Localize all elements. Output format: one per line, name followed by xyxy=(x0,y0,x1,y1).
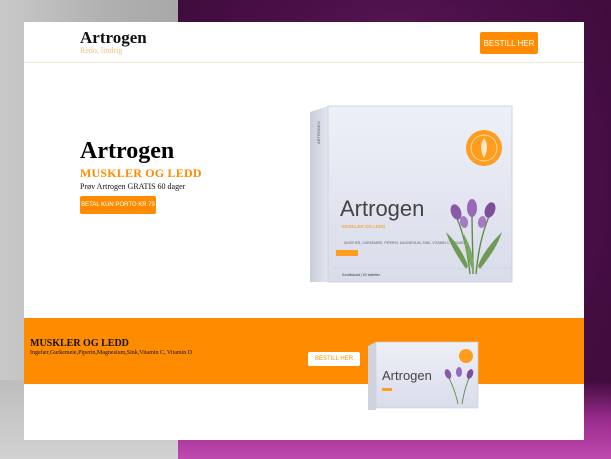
ingredients-band: MUSKLER OG LEDD Ingefær,Gurkemeie,Piperi… xyxy=(24,318,584,384)
hero-offer-text: Prøv Artrogen GRATIS 60 dager xyxy=(80,182,186,191)
product-box-small-image: Artrogen xyxy=(368,341,479,410)
site-header: Artrogen Redo, lindrig BESTILL HER xyxy=(24,22,584,63)
box-side-text: ARTROGEN xyxy=(316,121,321,144)
web-page: Artrogen Redo, lindrig BESTILL HER Artro… xyxy=(24,22,584,440)
band-title: MUSKLER OG LEDD xyxy=(30,338,129,349)
box-footer-text: Kosttilskudd | 60 tabletter xyxy=(342,273,381,277)
product-box-image: ARTROGEN Artrogen MUSKLER OG LEDD INGEFÆ… xyxy=(310,105,513,283)
brand-tagline: Redo, lindrig xyxy=(80,46,123,55)
hero-subtitle: MUSKLER OG LEDD xyxy=(80,166,202,180)
box-product-name: Artrogen xyxy=(340,196,424,221)
order-button[interactable]: BESTILL HER xyxy=(480,32,538,54)
band-order-button[interactable]: BESTILL HER xyxy=(308,352,360,366)
brand-logo[interactable]: Artrogen xyxy=(80,28,147,48)
box-product-subtitle: MUSKLER OG LEDD xyxy=(342,224,386,229)
hero-title: Artrogen xyxy=(80,138,175,164)
band-ingredients: Ingefær,Gurkemeie,Piperin,Magnesium,Sink… xyxy=(30,350,193,356)
pay-shipping-button[interactable]: BETAL KUN PORTO KR 79 xyxy=(80,196,156,214)
small-box-product-name: Artrogen xyxy=(382,368,432,383)
